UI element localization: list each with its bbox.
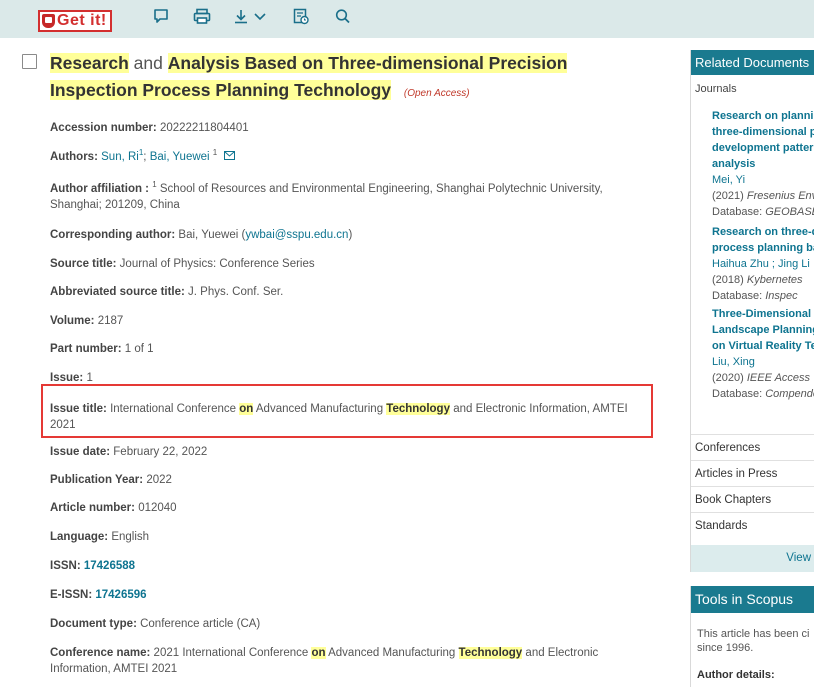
publication-year-field: Publication Year: 2022: [50, 474, 172, 486]
tools-in-scopus-panel: Tools in Scopus This article has been ci…: [690, 586, 814, 687]
related-doc-1[interactable]: Research on planning three-dimensional p…: [712, 108, 814, 220]
author-link-sun-ri[interactable]: Sun, Ri: [101, 151, 139, 163]
issn-link[interactable]: 17426588: [84, 560, 135, 572]
search-icon[interactable]: [335, 8, 351, 25]
document-type-field: Document type: Conference article (CA): [50, 618, 261, 630]
article-number-field: Article number: 012040: [50, 502, 177, 514]
related-documents-header: Related Documents: [691, 50, 814, 75]
issue-title-highlight-box: [41, 384, 653, 438]
category-conferences[interactable]: Conferences: [691, 434, 814, 460]
category-book-chapters[interactable]: Book Chapters: [691, 486, 814, 512]
open-access-badge: (Open Access): [403, 88, 470, 99]
category-standards[interactable]: Standards: [691, 512, 814, 538]
journals-label: Journals: [695, 83, 737, 95]
tools-in-scopus-header: Tools in Scopus: [691, 586, 814, 613]
accession-number-field: Accession number: 20222211804401: [50, 122, 249, 134]
select-record-checkbox[interactable]: [22, 54, 37, 69]
category-articles-in-press[interactable]: Articles in Press: [691, 460, 814, 486]
email-icon[interactable]: [224, 149, 236, 165]
issn-field: ISSN: 17426588: [50, 560, 136, 572]
chevron-down-icon[interactable]: [253, 8, 267, 25]
shield-logo-icon: [42, 14, 55, 28]
author-details-label: Author details:: [697, 669, 775, 681]
language-field: Language: English: [50, 531, 150, 543]
author-affiliation-field: Author affiliation : 1 School of Resourc…: [50, 180, 603, 211]
get-it-label: Get it!: [57, 12, 107, 29]
export-icon[interactable]: [293, 8, 309, 25]
title-word-research: Research: [50, 53, 129, 73]
tools-citation-text: This article has been ci since 1996.: [697, 628, 810, 654]
corresponding-email-link[interactable]: ywbai@sspu.edu.cn: [245, 229, 348, 241]
toolbar: Get it!: [0, 0, 814, 38]
author-link-bai-yuewei[interactable]: Bai, Yuewei: [150, 151, 210, 163]
related-doc-3[interactable]: Three-Dimensional Landscape Planning on …: [712, 306, 814, 402]
conference-name-field: Conference name: 2021 International Conf…: [50, 647, 599, 675]
title-word-and: and: [128, 53, 168, 73]
record-title: Research and Analysis Based on Three-dim…: [50, 50, 650, 107]
download-icon[interactable]: [233, 8, 249, 25]
corresponding-author-field: Corresponding author: Bai, Yuewei (ywbai…: [50, 229, 353, 241]
volume-field: Volume: 2187: [50, 315, 124, 327]
print-icon[interactable]: [193, 8, 211, 25]
related-doc-2[interactable]: Research on three-d process planning ba …: [712, 224, 814, 304]
authors-field: Authors: Sun, Ri1; Bai, Yuewei 1: [50, 149, 650, 165]
eissn-link[interactable]: 17426596: [95, 589, 146, 601]
abbreviated-source-title-field: Abbreviated source title: J. Phys. Conf.…: [50, 286, 284, 298]
comment-icon[interactable]: [153, 8, 169, 25]
part-number-field: Part number: 1 of 1: [50, 343, 154, 355]
get-it-button[interactable]: Get it!: [38, 10, 112, 32]
eissn-field: E-ISSN: 17426596: [50, 589, 147, 601]
related-documents-panel: Related Documents Journals Research on p…: [690, 50, 814, 572]
issue-date-field: Issue date: February 22, 2022: [50, 446, 208, 458]
source-title-field: Source title: Journal of Physics: Confer…: [50, 258, 315, 270]
view-all-button[interactable]: View: [691, 545, 814, 572]
